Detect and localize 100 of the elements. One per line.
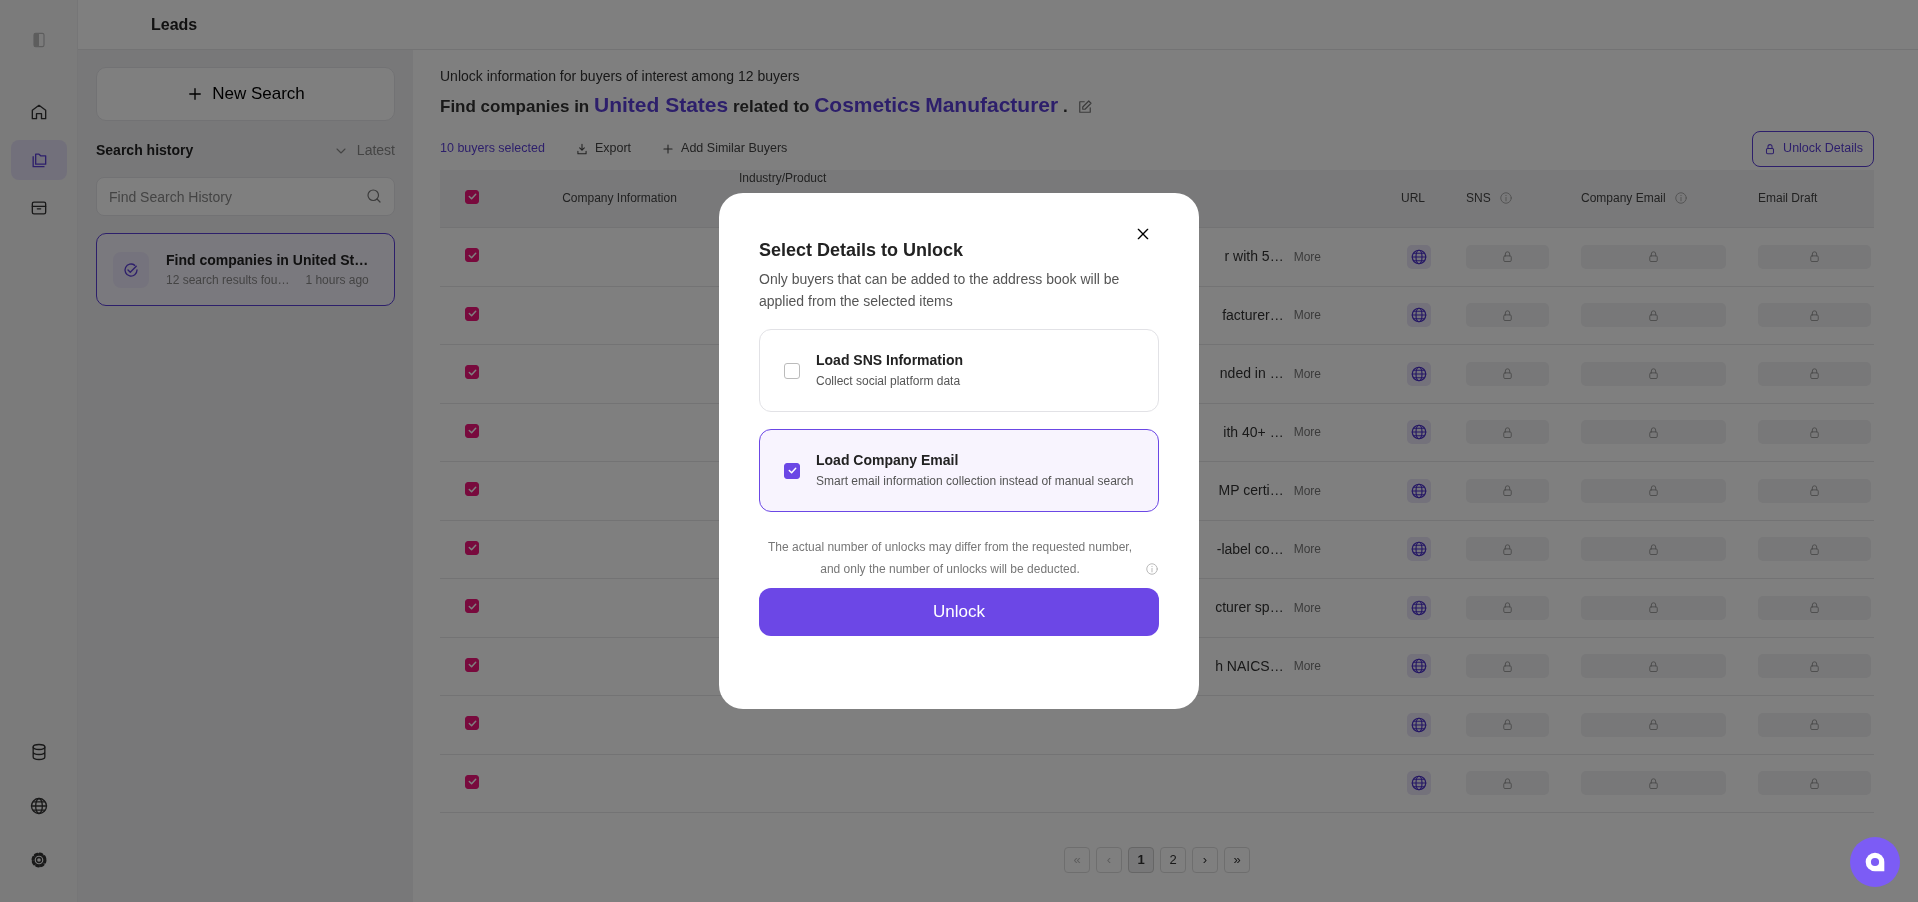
dialog-note: The actual number of unlocks may differ from the requested number, and only the number of unlocks will be deducted.	[767, 539, 1133, 578]
locked-field[interactable]	[1581, 244, 1726, 269]
locked-field[interactable]	[1758, 361, 1871, 386]
toolbar-button[interactable]: Export	[574, 139, 632, 158]
more-link[interactable]: More	[1293, 247, 1321, 266]
plus-icon	[661, 141, 676, 156]
checked-checkbox[interactable]	[465, 189, 479, 204]
locked-field[interactable]	[1758, 654, 1871, 679]
locked-field[interactable]	[1466, 244, 1549, 269]
download-icon	[574, 141, 589, 156]
option-card[interactable]: Load Company Email Smart email information collection instead of manual search	[759, 429, 1159, 512]
option-card[interactable]: Load SNS Information Collect social platform data	[759, 329, 1159, 412]
nav-button[interactable]	[10, 140, 67, 180]
history-time: 1 hours ago	[305, 272, 369, 289]
website-button[interactable]	[1407, 595, 1431, 620]
website-button[interactable]	[1407, 771, 1431, 796]
checked-checkbox[interactable]	[465, 306, 479, 321]
checked-checkbox[interactable]	[465, 774, 479, 789]
chat-button[interactable]	[1850, 837, 1900, 887]
locked-field[interactable]	[1758, 244, 1871, 269]
more-link[interactable]: More	[1293, 423, 1321, 442]
industry-text: nded in …	[1219, 364, 1284, 384]
website-button[interactable]	[1407, 537, 1431, 562]
check-icon	[466, 191, 478, 203]
more-link[interactable]: More	[1293, 481, 1321, 500]
locked-field[interactable]	[1466, 712, 1549, 737]
checked-checkbox[interactable]	[465, 423, 479, 438]
locked-field[interactable]	[1466, 537, 1549, 562]
locked-field[interactable]	[1581, 771, 1726, 796]
lock-icon	[1807, 366, 1822, 382]
search-field[interactable]: Find Search History	[96, 177, 395, 216]
lock-icon	[1646, 307, 1661, 323]
locked-field[interactable]	[1466, 420, 1549, 445]
page-button[interactable]: 1	[1128, 847, 1154, 873]
unlock-button[interactable]: Unlock	[759, 588, 1159, 636]
website-button[interactable]	[1407, 654, 1431, 679]
website-button[interactable]	[1407, 361, 1431, 386]
section-title: Search history	[96, 141, 194, 160]
check-icon	[466, 600, 478, 612]
locked-field[interactable]	[1466, 361, 1549, 386]
locked-field[interactable]	[1466, 595, 1549, 620]
checkbox[interactable]	[784, 362, 800, 379]
checked-checkbox[interactable]	[465, 540, 479, 555]
locked-field[interactable]	[1758, 420, 1871, 445]
locked-field[interactable]	[1581, 595, 1726, 620]
locked-field[interactable]	[1581, 654, 1726, 679]
website-button[interactable]	[1407, 478, 1431, 503]
new-search-button[interactable]: New Search	[96, 67, 395, 121]
locked-field[interactable]	[1581, 712, 1726, 737]
checked-checkbox[interactable]	[784, 462, 800, 479]
history-item[interactable]: Find companies in United St… 12 search results fou… 1 hours ago	[96, 233, 395, 306]
globe-icon	[1410, 247, 1428, 266]
website-button[interactable]	[1407, 420, 1431, 445]
checked-checkbox[interactable]	[465, 657, 479, 672]
page-button[interactable]: ›	[1192, 847, 1218, 873]
lock-icon	[1807, 307, 1822, 323]
more-link[interactable]: More	[1293, 364, 1321, 383]
selection-count: 10 buyers selected	[440, 140, 545, 158]
globe-icon	[1410, 540, 1428, 559]
locked-field[interactable]	[1581, 420, 1726, 445]
unlock-details-button[interactable]: Unlock Details	[1752, 130, 1874, 167]
lock-icon	[1500, 483, 1515, 499]
locked-field[interactable]	[1581, 478, 1726, 503]
page-button[interactable]: »	[1224, 847, 1250, 873]
lock-icon	[1500, 717, 1515, 733]
locked-field[interactable]	[1466, 303, 1549, 328]
website-button[interactable]	[1407, 303, 1431, 328]
locked-field[interactable]	[1758, 478, 1871, 503]
locked-field[interactable]	[1466, 771, 1549, 796]
locked-field[interactable]	[1758, 712, 1871, 737]
more-link[interactable]: More	[1293, 657, 1321, 676]
website-button[interactable]	[1407, 244, 1431, 269]
check-icon	[466, 659, 478, 671]
locked-field[interactable]	[1758, 537, 1871, 562]
locked-field[interactable]	[1758, 771, 1871, 796]
website-button[interactable]	[1407, 712, 1431, 737]
toolbar-button[interactable]: Add Similar Buyers	[661, 139, 788, 158]
checked-checkbox[interactable]	[465, 599, 479, 614]
more-link[interactable]: More	[1293, 306, 1321, 325]
lock-icon	[1646, 483, 1661, 499]
more-link[interactable]: More	[1293, 598, 1321, 617]
globe-icon	[1410, 598, 1428, 617]
page-button[interactable]: 2	[1160, 847, 1186, 873]
history-title: Find companies in United St…	[166, 251, 369, 270]
lock-icon	[1500, 249, 1515, 265]
locked-field[interactable]	[1581, 303, 1726, 328]
checked-checkbox[interactable]	[465, 365, 479, 380]
locked-field[interactable]	[1758, 303, 1871, 328]
checked-checkbox[interactable]	[465, 248, 479, 263]
locked-field[interactable]	[1581, 361, 1726, 386]
more-link[interactable]: More	[1293, 540, 1321, 559]
locked-field[interactable]	[1581, 537, 1726, 562]
lock-icon	[1807, 658, 1822, 674]
lock-icon	[1646, 366, 1661, 382]
locked-field[interactable]	[1758, 595, 1871, 620]
locked-field[interactable]	[1466, 478, 1549, 503]
locked-field[interactable]	[1466, 654, 1549, 679]
checked-checkbox[interactable]	[465, 716, 479, 731]
checked-checkbox[interactable]	[465, 482, 479, 497]
option-title: Load Company Email	[816, 450, 960, 470]
